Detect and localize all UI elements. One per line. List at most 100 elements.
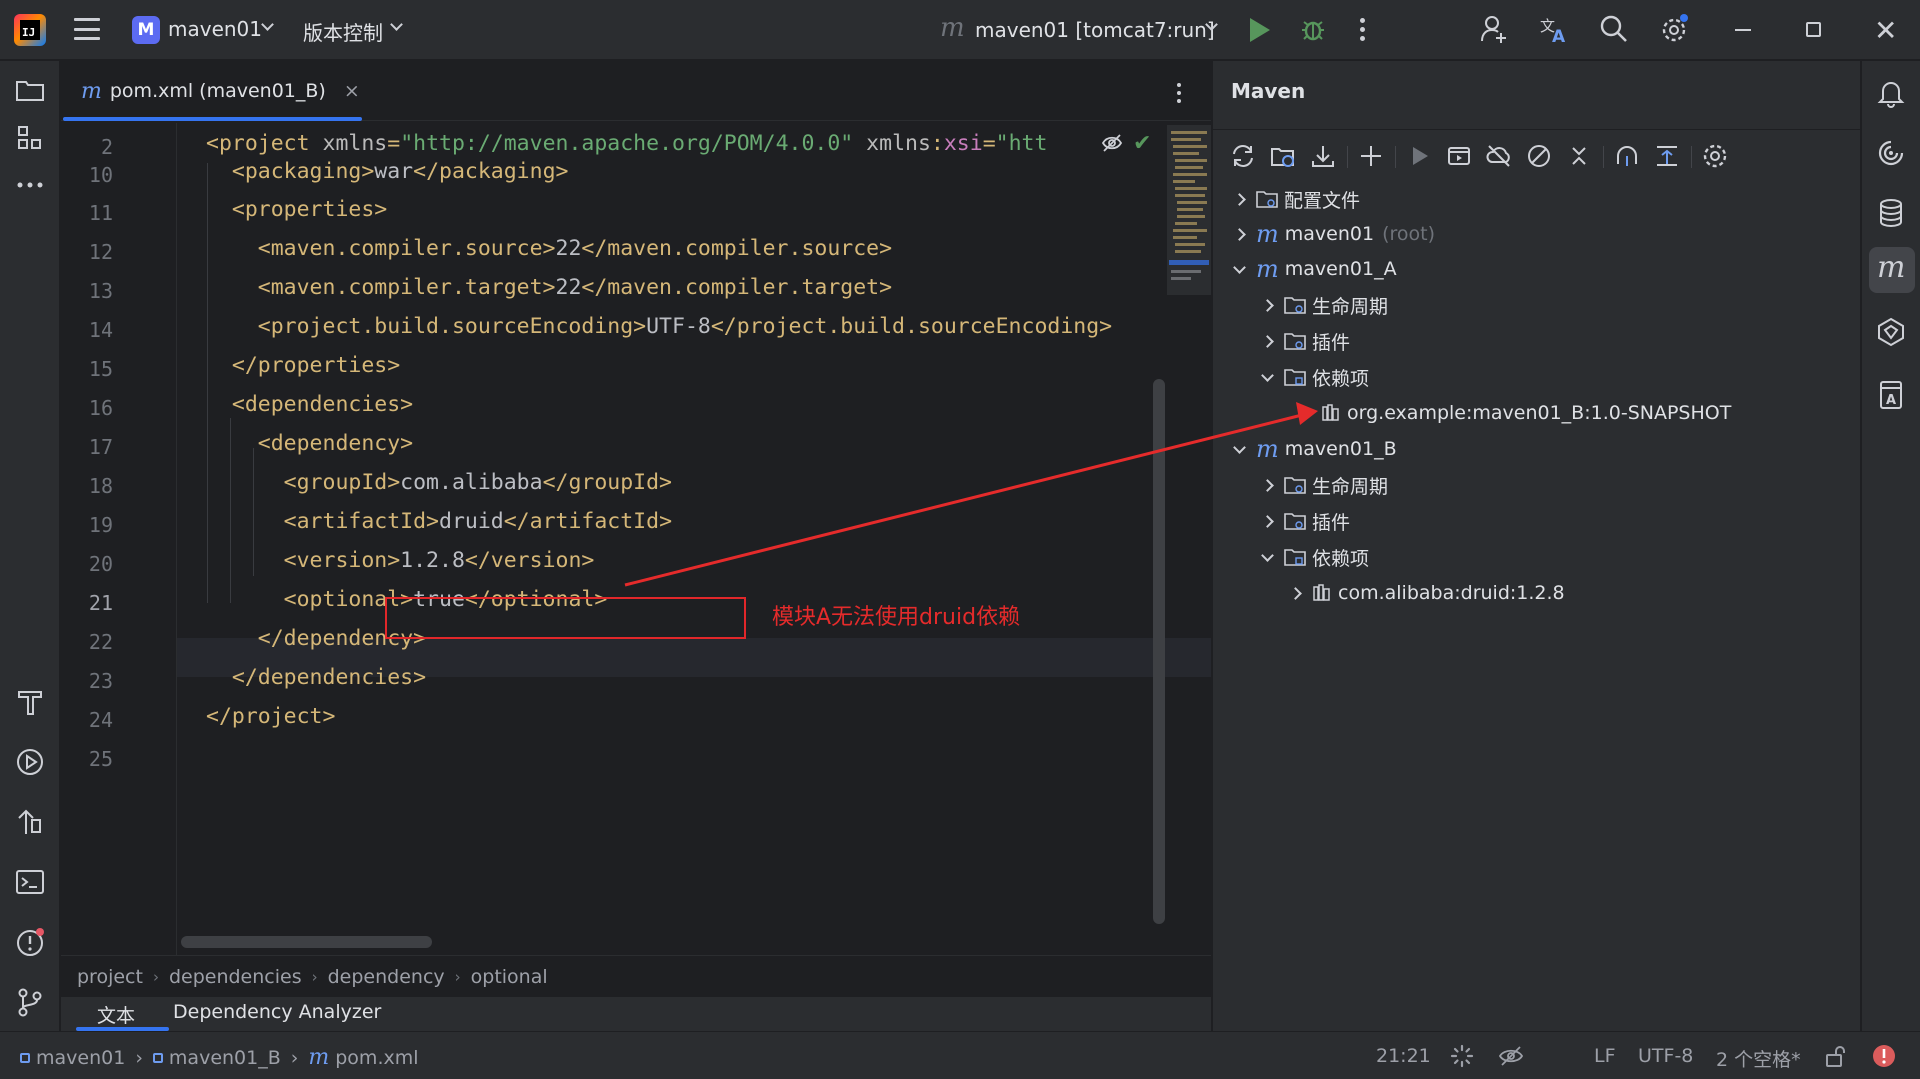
chevron-right-icon[interactable] bbox=[1261, 514, 1274, 528]
debug-icon[interactable] bbox=[1300, 16, 1326, 42]
chevron-down-icon[interactable] bbox=[1233, 260, 1246, 274]
chevron-right-icon[interactable] bbox=[1289, 586, 1302, 600]
line-number[interactable]: 21 bbox=[61, 591, 113, 615]
error-indicator-icon[interactable] bbox=[1871, 1043, 1897, 1069]
code-line[interactable]: <maven.compiler.source>22</maven.compile… bbox=[206, 236, 892, 261]
structure-icon[interactable] bbox=[14, 122, 46, 154]
tree-item-maven01-b[interactable]: m maven01_B bbox=[1233, 432, 1397, 466]
code-minimap[interactable] bbox=[1167, 125, 1211, 295]
settings-gear-icon[interactable] bbox=[1659, 14, 1689, 44]
tree-item-maven01-root[interactable]: m maven01 (root) bbox=[1233, 217, 1435, 251]
line-number[interactable]: 17 bbox=[61, 435, 113, 459]
breadcrumb-item[interactable]: dependencies bbox=[169, 966, 302, 988]
tab-close-icon[interactable]: × bbox=[344, 80, 360, 102]
run-maven-icon[interactable] bbox=[1405, 142, 1433, 170]
breadcrumb-item[interactable]: optional bbox=[471, 966, 548, 988]
intellij-logo-icon[interactable]: IJ bbox=[14, 14, 46, 46]
terminal-icon[interactable] bbox=[14, 866, 46, 898]
line-number[interactable]: 13 bbox=[61, 279, 113, 303]
git-push-icon[interactable] bbox=[14, 806, 46, 838]
line-number[interactable]: 22 bbox=[61, 630, 113, 654]
show-dependencies-icon[interactable] bbox=[1613, 142, 1641, 170]
hide-preview-icon[interactable] bbox=[1101, 132, 1123, 154]
reload-folder-icon[interactable] bbox=[1269, 142, 1297, 170]
tree-item-a-dep-maven01-b[interactable]: org.example:maven01_B:1.0-SNAPSHOT bbox=[1321, 396, 1731, 430]
unlock-icon[interactable] bbox=[1824, 1044, 1846, 1068]
download-icon[interactable] bbox=[1309, 142, 1337, 170]
code-line[interactable]: <project xmlns="http://maven.apache.org/… bbox=[206, 131, 1047, 156]
chevron-down-icon[interactable] bbox=[1233, 440, 1246, 454]
restore-window-icon[interactable] bbox=[1806, 22, 1821, 37]
ai-assistant-icon[interactable] bbox=[1875, 137, 1907, 169]
document-a-icon[interactable]: A bbox=[1875, 379, 1907, 411]
windows-logo-icon[interactable] bbox=[1547, 1045, 1569, 1067]
tab-options-icon[interactable] bbox=[1177, 83, 1181, 103]
line-number[interactable]: 20 bbox=[61, 552, 113, 576]
tab-pom-xml[interactable]: m pom.xml (maven01_B) × bbox=[61, 61, 362, 121]
code-line[interactable]: </properties> bbox=[206, 353, 400, 378]
file-encoding[interactable]: UTF-8 bbox=[1638, 1045, 1693, 1067]
code-line[interactable]: <maven.compiler.target>22</maven.compile… bbox=[206, 275, 892, 300]
notifications-bell-icon[interactable] bbox=[1875, 77, 1907, 109]
add-icon[interactable] bbox=[1357, 142, 1385, 170]
code-line[interactable]: <properties> bbox=[206, 197, 387, 222]
offline-mode-icon[interactable] bbox=[1485, 142, 1513, 170]
plugin-gear-icon[interactable] bbox=[1875, 316, 1907, 348]
code-line[interactable]: <version>1.2.8</version> bbox=[206, 548, 595, 573]
chevron-down-icon[interactable] bbox=[1261, 548, 1274, 562]
project-chevron-down-icon[interactable] bbox=[261, 18, 274, 31]
tree-item-b-plugins[interactable]: 插件 bbox=[1261, 504, 1350, 538]
code-line[interactable]: <project.build.sourceEncoding>UTF-8</pro… bbox=[206, 314, 1112, 339]
code-line[interactable]: <groupId>com.alibaba</groupId> bbox=[206, 470, 672, 495]
chevron-right-icon[interactable] bbox=[1233, 227, 1246, 241]
tree-item-b-lifecycle[interactable]: 生命周期 bbox=[1261, 468, 1388, 502]
line-number[interactable]: 23 bbox=[61, 669, 113, 693]
line-number[interactable]: 16 bbox=[61, 396, 113, 420]
project-name[interactable]: maven01 bbox=[168, 17, 262, 41]
code-line[interactable]: <artifactId>druid</artifactId> bbox=[206, 509, 672, 534]
line-separator[interactable]: LF bbox=[1594, 1045, 1616, 1067]
chevron-right-icon[interactable] bbox=[1261, 478, 1274, 492]
add-user-icon[interactable] bbox=[1479, 14, 1509, 44]
path-segment[interactable]: maven01_B bbox=[169, 1047, 281, 1069]
line-number[interactable]: 12 bbox=[61, 240, 113, 264]
tree-item-config-files[interactable]: 配置文件 bbox=[1233, 182, 1360, 216]
git-branch-icon[interactable] bbox=[14, 986, 46, 1018]
tree-item-b-dep-druid[interactable]: com.alibaba:druid:1.2.8 bbox=[1289, 576, 1565, 610]
line-number[interactable]: 18 bbox=[61, 474, 113, 498]
tree-item-a-lifecycle[interactable]: 生命周期 bbox=[1261, 288, 1388, 322]
tree-item-b-dependencies[interactable]: 依赖项 bbox=[1261, 540, 1369, 574]
cursor-position[interactable]: 21:21 bbox=[1376, 1045, 1431, 1067]
maven-settings-icon[interactable] bbox=[1701, 142, 1729, 170]
line-number[interactable]: 11 bbox=[61, 201, 113, 225]
code-line[interactable]: </dependencies> bbox=[206, 665, 426, 690]
line-number[interactable]: 19 bbox=[61, 513, 113, 537]
code-line[interactable]: <dependencies> bbox=[206, 392, 413, 417]
reload-icon[interactable] bbox=[1229, 142, 1257, 170]
vcs-menu[interactable]: 版本控制 bbox=[303, 17, 383, 46]
tree-item-a-plugins[interactable]: 插件 bbox=[1261, 324, 1350, 358]
run-icon[interactable] bbox=[1250, 18, 1270, 42]
run-configuration[interactable]: maven01 [tomcat7:run] bbox=[975, 18, 1215, 42]
line-number[interactable]: 10 bbox=[61, 163, 113, 187]
breadcrumb-item[interactable]: dependency bbox=[328, 966, 445, 988]
tab-text[interactable]: 文本 bbox=[97, 1001, 135, 1028]
skip-tests-icon[interactable] bbox=[1525, 142, 1553, 170]
line-number[interactable]: 15 bbox=[61, 357, 113, 381]
power-save-icon[interactable] bbox=[1498, 1044, 1524, 1068]
code-line[interactable]: <dependency> bbox=[206, 431, 413, 456]
chevron-right-icon[interactable] bbox=[1261, 298, 1274, 312]
breadcrumb-item[interactable]: project bbox=[77, 966, 143, 988]
horizontal-scrollbar[interactable] bbox=[181, 936, 432, 948]
project-badge[interactable]: M bbox=[132, 16, 160, 44]
tab-dependency-analyzer[interactable]: Dependency Analyzer bbox=[173, 1001, 381, 1023]
build-hammer-icon[interactable] bbox=[14, 686, 46, 718]
vertical-scrollbar[interactable] bbox=[1153, 379, 1165, 924]
code-line[interactable]: <packaging>war</packaging> bbox=[206, 159, 569, 184]
line-number[interactable]: 24 bbox=[61, 708, 113, 732]
main-menu-icon[interactable] bbox=[74, 18, 100, 40]
database-icon[interactable] bbox=[1875, 197, 1907, 229]
problems-icon[interactable] bbox=[14, 926, 46, 958]
path-segment[interactable]: maven01 bbox=[36, 1047, 125, 1069]
minimize-window-icon[interactable] bbox=[1735, 29, 1751, 31]
